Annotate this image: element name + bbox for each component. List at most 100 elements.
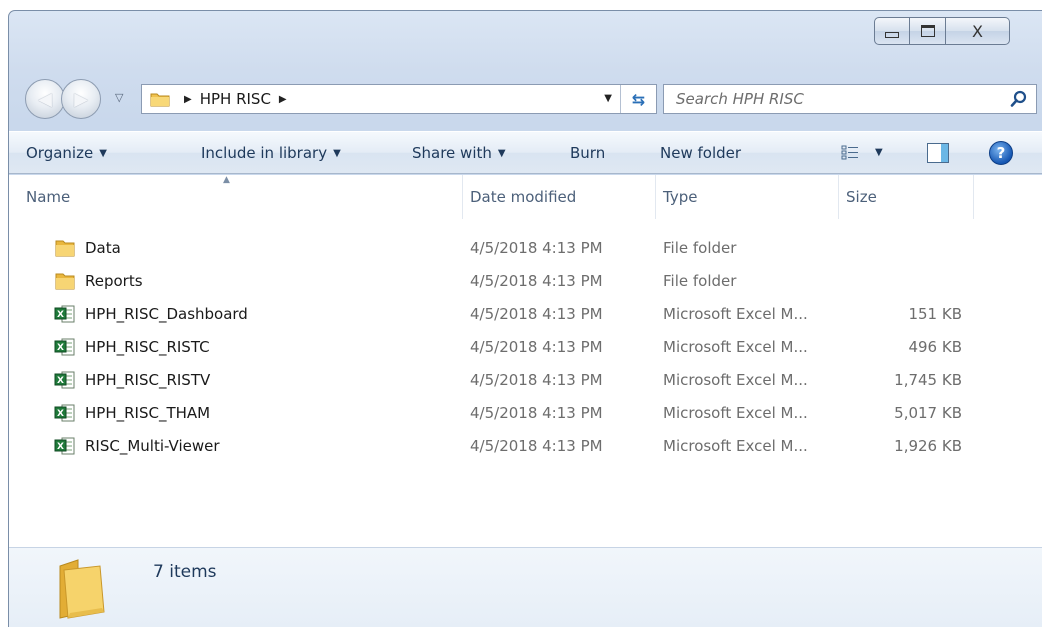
chevron-down-icon: ▼ bbox=[99, 148, 107, 159]
file-type: Microsoft Excel M... bbox=[663, 338, 808, 356]
column-size-header[interactable]: Size bbox=[839, 175, 974, 219]
excel-file-icon: X bbox=[54, 338, 75, 356]
file-name: HPH_RISC_RISTC bbox=[85, 338, 210, 356]
file-type: Microsoft Excel M... bbox=[663, 437, 808, 455]
breadcrumb-chevron-icon[interactable]: ▶ bbox=[184, 94, 192, 105]
item-count: 7 items bbox=[153, 562, 217, 582]
minimize-button[interactable] bbox=[874, 17, 910, 45]
file-row-hph-risc-dashboard[interactable]: X HPH_RISC_Dashboard 4/5/2018 4:13 PM Mi… bbox=[9, 298, 1042, 331]
file-name: RISC_Multi-Viewer bbox=[85, 437, 220, 455]
file-date: 4/5/2018 4:13 PM bbox=[470, 437, 603, 455]
column-type-header[interactable]: Type bbox=[656, 175, 839, 219]
forward-arrow-icon: ▶ bbox=[74, 88, 88, 110]
explorer-window: X ◀ ▶ ▽ ▶ HPH RISC ▶ ▼ ⇆ Search HPH RISC… bbox=[8, 10, 1042, 627]
file-date: 4/5/2018 4:13 PM bbox=[470, 371, 603, 389]
file-date: 4/5/2018 4:13 PM bbox=[470, 404, 603, 422]
breadcrumb-chevron-icon[interactable]: ▶ bbox=[279, 94, 287, 105]
column-name-header[interactable]: Name ▲ bbox=[9, 175, 463, 219]
forward-button[interactable]: ▶ bbox=[61, 79, 101, 119]
column-name-label: Name bbox=[26, 188, 71, 206]
caption-buttons: X bbox=[874, 17, 1010, 45]
back-button[interactable]: ◀ bbox=[25, 79, 65, 119]
column-date-label: Date modified bbox=[470, 188, 577, 206]
refresh-icon: ⇆ bbox=[631, 89, 646, 109]
close-button[interactable]: X bbox=[946, 17, 1010, 45]
column-size-label: Size bbox=[846, 188, 877, 206]
file-date: 4/5/2018 4:13 PM bbox=[470, 239, 603, 257]
file-type: File folder bbox=[663, 272, 737, 290]
excel-file-icon: X bbox=[54, 437, 75, 455]
organize-menu[interactable]: Organize ▼ bbox=[26, 144, 107, 162]
file-row-hph-risc-tham[interactable]: X HPH_RISC_THAM 4/5/2018 4:13 PM Microso… bbox=[9, 397, 1042, 430]
file-name: HPH_RISC_THAM bbox=[85, 404, 211, 422]
share-with-menu[interactable]: Share with ▼ bbox=[412, 144, 506, 162]
svg-text:X: X bbox=[57, 442, 64, 452]
navigation-bar: ◀ ▶ ▽ ▶ HPH RISC ▶ ▼ ⇆ bbox=[21, 76, 1041, 122]
back-arrow-icon: ◀ bbox=[38, 88, 52, 110]
include-in-library-label: Include in library bbox=[201, 144, 328, 162]
refresh-button[interactable]: ⇆ bbox=[620, 85, 656, 113]
excel-file-icon: X bbox=[54, 371, 75, 389]
sort-ascending-icon: ▲ bbox=[223, 175, 230, 185]
column-date-header[interactable]: Date modified bbox=[463, 175, 656, 219]
file-list: Name ▲ Date modified Type Size Data 4/5/… bbox=[9, 175, 1042, 547]
excel-file-icon: X bbox=[54, 404, 75, 422]
file-size: 496 KB bbox=[908, 338, 962, 356]
file-date: 4/5/2018 4:13 PM bbox=[470, 305, 603, 323]
file-size: 151 KB bbox=[908, 305, 962, 323]
file-date: 4/5/2018 4:13 PM bbox=[470, 272, 603, 290]
file-size: 1,745 KB bbox=[894, 371, 962, 389]
share-with-label: Share with bbox=[412, 144, 492, 162]
burn-label: Burn bbox=[570, 144, 606, 162]
details-pane: 7 items bbox=[9, 547, 1042, 627]
file-name: Reports bbox=[85, 272, 143, 290]
include-in-library-menu[interactable]: Include in library ▼ bbox=[201, 144, 341, 162]
breadcrumb-item-hph-risc[interactable]: HPH RISC bbox=[200, 90, 271, 108]
file-date: 4/5/2018 4:13 PM bbox=[470, 338, 603, 356]
folder-icon bbox=[55, 240, 75, 257]
folder-icon bbox=[59, 559, 105, 619]
chevron-down-icon: ▼ bbox=[333, 148, 341, 159]
minimize-icon bbox=[885, 32, 899, 38]
search-box bbox=[663, 84, 1037, 114]
preview-pane-icon[interactable] bbox=[927, 143, 949, 163]
column-header: Name ▲ Date modified Type Size bbox=[9, 175, 1042, 219]
change-view-icon[interactable] bbox=[841, 145, 859, 161]
file-row-data[interactable]: Data 4/5/2018 4:13 PM File folder bbox=[9, 232, 1042, 265]
svg-text:X: X bbox=[57, 343, 64, 353]
folder-icon bbox=[55, 273, 75, 290]
file-row-reports[interactable]: Reports 4/5/2018 4:13 PM File folder bbox=[9, 265, 1042, 298]
file-row-hph-risc-ristc[interactable]: X HPH_RISC_RISTC 4/5/2018 4:13 PM Micros… bbox=[9, 331, 1042, 364]
help-icon[interactable]: ? bbox=[989, 141, 1013, 165]
command-bar: Organize ▼ Include in library ▼ Share with… bbox=[9, 131, 1042, 174]
folder-icon bbox=[150, 93, 170, 107]
file-type: Microsoft Excel M... bbox=[663, 305, 808, 323]
svg-text:X: X bbox=[57, 376, 64, 386]
file-rows: Data 4/5/2018 4:13 PM File folder Report… bbox=[9, 232, 1042, 463]
svg-text:X: X bbox=[57, 409, 64, 419]
excel-file-icon: X bbox=[54, 305, 75, 323]
maximize-icon bbox=[920, 25, 935, 37]
burn-button[interactable]: Burn bbox=[570, 144, 605, 162]
chevron-down-icon: ▼ bbox=[497, 148, 506, 159]
organize-label: Organize bbox=[26, 144, 94, 162]
file-name: HPH_RISC_RISTV bbox=[85, 371, 211, 389]
nav-buttons: ◀ ▶ ▽ bbox=[25, 79, 145, 119]
new-folder-button[interactable]: New folder bbox=[660, 144, 741, 162]
close-icon: X bbox=[972, 21, 983, 41]
search-icon[interactable] bbox=[1010, 90, 1028, 108]
column-type-label: Type bbox=[663, 188, 698, 206]
search-input[interactable] bbox=[676, 90, 996, 108]
view-options-dropdown-icon[interactable]: ▼ bbox=[875, 147, 883, 158]
new-folder-label: New folder bbox=[660, 144, 742, 162]
address-dropdown-icon[interactable]: ▼ bbox=[604, 93, 612, 104]
file-type: Microsoft Excel M... bbox=[663, 404, 808, 422]
maximize-button[interactable] bbox=[910, 17, 946, 45]
file-row-risc-multi-viewer[interactable]: X RISC_Multi-Viewer 4/5/2018 4:13 PM Mic… bbox=[9, 430, 1042, 463]
file-size: 5,017 KB bbox=[894, 404, 962, 422]
recent-pages-dropdown[interactable]: ▽ bbox=[115, 91, 123, 104]
file-name: Data bbox=[85, 239, 121, 257]
address-bar[interactable]: ▶ HPH RISC ▶ ▼ ⇆ bbox=[141, 84, 657, 114]
file-type: Microsoft Excel M... bbox=[663, 371, 808, 389]
file-row-hph-risc-ristv[interactable]: X HPH_RISC_RISTV 4/5/2018 4:13 PM Micros… bbox=[9, 364, 1042, 397]
